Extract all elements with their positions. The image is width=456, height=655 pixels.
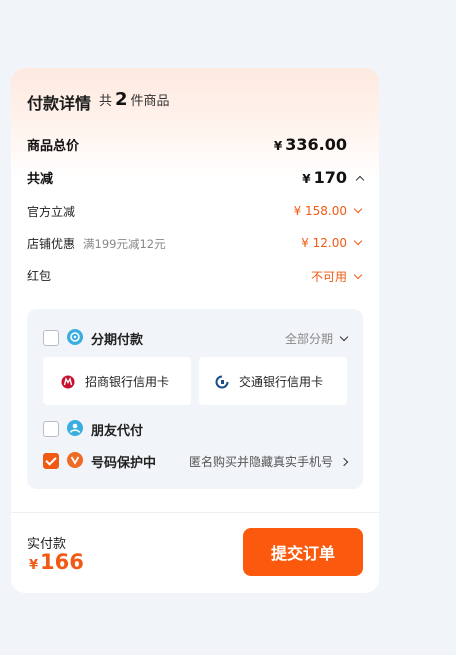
discount-official-label: 官方立减 [27, 205, 76, 219]
bocom-bank-icon [215, 374, 229, 389]
privacy-description: 匿名购买并隐藏真实手机号 [188, 455, 333, 469]
chevron-down-icon [353, 270, 363, 280]
submit-order-button[interactable]: 提交订单 [243, 528, 363, 576]
discount-store-value[interactable]: ¥ 12.00 [301, 236, 363, 250]
privacy-detail-link[interactable]: 匿名购买并隐藏真实手机号 [188, 453, 349, 470]
item-count-suffix: 件商品 [130, 94, 170, 109]
chevron-down-icon [339, 332, 349, 342]
paid-amount: ¥166 [29, 550, 84, 574]
red-packet-label: 红包 [27, 269, 52, 283]
discount-official-amount: ¥ 158.00 [293, 204, 347, 218]
installment-all-toggle[interactable]: 全部分期 [284, 330, 349, 347]
total-price: ¥336.00 [274, 135, 347, 154]
bank-label-bocom: 交通银行信用卡 [239, 374, 324, 389]
friend-pay-icon [67, 420, 83, 436]
total-price-label: 商品总价 [27, 139, 80, 154]
payment-details-card: 付款详情 共 2 件商品 商品总价 ¥336.00 共减 ¥170 官方立减 ¥… [11, 68, 379, 593]
friend-pay-label: 朋友代付 [91, 424, 144, 439]
footer-divider [11, 512, 379, 513]
discount-store-label: 店铺优惠 [27, 237, 76, 251]
discount-store-amount: ¥ 12.00 [301, 236, 347, 250]
item-count-number: 2 [115, 89, 128, 110]
chevron-down-icon [353, 204, 363, 214]
chevron-down-icon [353, 236, 363, 246]
discount-currency: ¥ [302, 172, 311, 186]
privacy-shield-icon [67, 452, 83, 468]
installment-action: 全部分期 [284, 332, 333, 346]
privacy-checkbox[interactable] [43, 453, 59, 469]
total-currency: ¥ [273, 139, 283, 153]
card-title: 付款详情 [27, 94, 92, 113]
discount-total-label: 共减 [27, 172, 54, 187]
installment-checkbox[interactable] [43, 330, 59, 346]
installment-icon [67, 329, 83, 345]
chevron-up-icon [355, 175, 365, 185]
payment-options-panel: 分期付款 全部分期 招商银行信用卡 交通银行信用卡 朋友代付 号码保护中 匿名购 [27, 309, 363, 489]
installment-label: 分期付款 [91, 333, 144, 348]
discount-total-value: 170 [313, 168, 347, 187]
bank-option-cmb[interactable]: 招商银行信用卡 [43, 357, 191, 405]
bank-option-bocom[interactable]: 交通银行信用卡 [199, 357, 347, 405]
card-header-gradient [11, 68, 379, 178]
chevron-right-icon [339, 457, 349, 467]
item-count: 共 2 件商品 [99, 89, 170, 110]
friend-pay-checkbox[interactable] [43, 421, 59, 437]
cmb-bank-icon [61, 374, 75, 389]
privacy-label: 号码保护中 [91, 456, 157, 471]
bank-label-cmb: 招商银行信用卡 [85, 374, 170, 389]
discount-total-toggle[interactable]: ¥170 [302, 168, 365, 187]
red-packet-status: 不可用 [310, 270, 347, 284]
total-price-value: 336.00 [285, 135, 347, 154]
paid-value: 166 [40, 550, 84, 574]
discount-store-note: 满199元减12元 [83, 237, 166, 251]
item-count-prefix: 共 [99, 94, 113, 109]
red-packet-value[interactable]: 不可用 [310, 268, 363, 285]
paid-currency: ¥ [29, 558, 39, 573]
discount-official-value[interactable]: ¥ 158.00 [293, 204, 363, 218]
